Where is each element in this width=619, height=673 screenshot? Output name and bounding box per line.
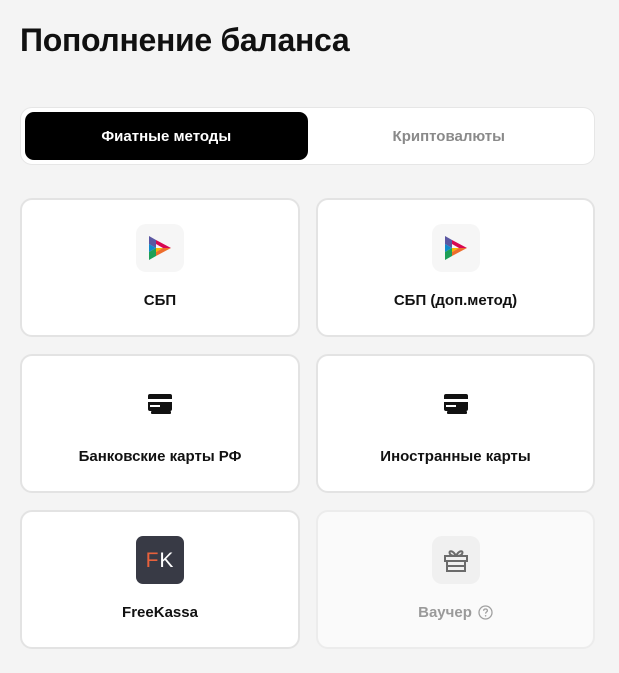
- page: Пополнение баланса Фиатные методы Крипто…: [0, 0, 619, 673]
- tab-crypto[interactable]: Криптовалюты: [308, 112, 591, 160]
- method-label: СБП: [143, 292, 177, 309]
- bank-card-icon: [136, 380, 184, 428]
- payment-methods-grid: СБП СБП (доп.метод) Банковские карты РФ …: [20, 198, 595, 649]
- method-label-row: Ваучер: [418, 604, 493, 621]
- method-card-foreign-cards[interactable]: Иностранные карты: [316, 354, 595, 493]
- question-circle-icon[interactable]: [478, 605, 493, 620]
- method-card-voucher: Ваучер: [316, 510, 595, 649]
- freekassa-logo-icon: FK: [136, 536, 184, 584]
- method-label: Банковские карты РФ: [78, 448, 242, 465]
- method-label: Иностранные карты: [380, 448, 531, 465]
- page-title: Пополнение баланса: [20, 22, 350, 58]
- method-card-sbp[interactable]: СБП: [20, 198, 300, 337]
- method-card-ru-bank-cards[interactable]: Банковские карты РФ: [20, 354, 300, 493]
- method-card-sbp-extra[interactable]: СБП (доп.метод): [316, 198, 595, 337]
- bank-card-icon: [432, 380, 480, 428]
- method-label: FreeKassa: [122, 604, 198, 621]
- sbp-logo-icon: [431, 224, 480, 272]
- method-card-freekassa[interactable]: FK FreeKassa: [20, 510, 300, 649]
- sbp-logo-icon: [136, 224, 184, 272]
- method-label: СБП (доп.метод): [393, 292, 518, 309]
- method-label: Ваучер: [418, 604, 472, 621]
- tab-fiat-methods[interactable]: Фиатные методы: [25, 112, 308, 160]
- gift-voucher-icon: [431, 536, 480, 584]
- payment-type-switch: Фиатные методы Криптовалюты: [20, 107, 595, 165]
